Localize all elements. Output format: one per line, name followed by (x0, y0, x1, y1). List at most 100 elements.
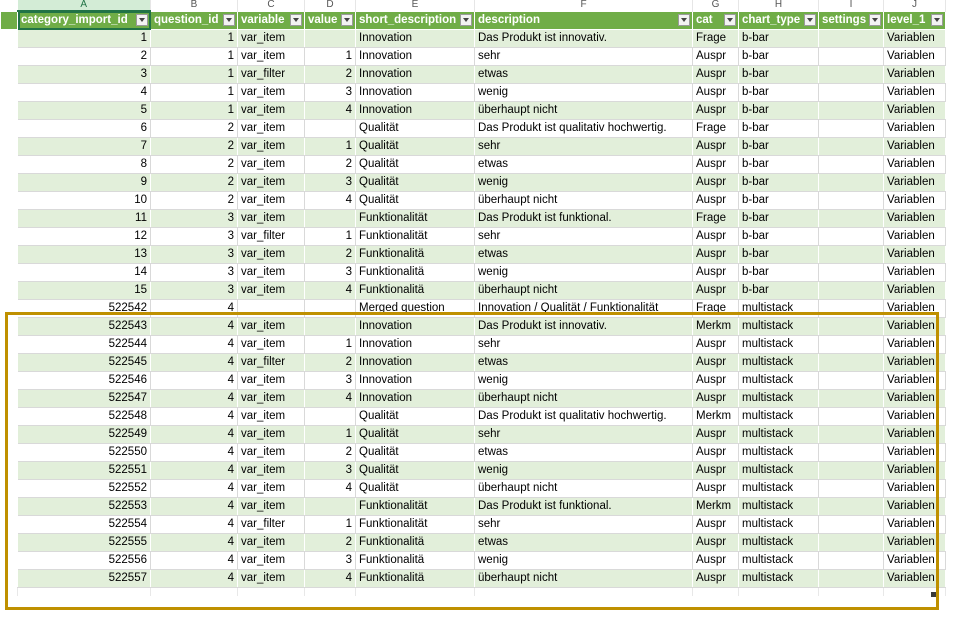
empty-cell[interactable] (692, 587, 739, 596)
cell-settings[interactable] (818, 461, 884, 480)
cell-cat[interactable]: Auspr (692, 533, 739, 552)
cell-variable[interactable]: var_item (237, 533, 305, 552)
cell-description[interactable]: wenig (474, 551, 693, 570)
cell-chart-type[interactable]: b-bar (738, 245, 819, 264)
cell-description[interactable]: etwas (474, 533, 693, 552)
cell-chart-type[interactable]: b-bar (738, 227, 819, 246)
cell-level-1[interactable]: Variablen (883, 353, 946, 372)
cell-question-id[interactable]: 4 (150, 515, 238, 534)
cell-variable[interactable]: var_item (237, 47, 305, 66)
cell-short-description[interactable]: Funktionalität (355, 515, 475, 534)
cell-chart-type[interactable]: b-bar (738, 29, 819, 48)
cell-variable[interactable]: var_item (237, 137, 305, 156)
column-letter-h[interactable]: H (738, 0, 819, 11)
cell-category-import-id[interactable]: 9 (17, 173, 151, 192)
cell-cat[interactable]: Merkm (692, 497, 739, 516)
cell-description[interactable]: Das Produkt ist qualitativ hochwertig. (474, 407, 693, 426)
header-short-description[interactable]: short_description (355, 10, 475, 30)
cell-chart-type[interactable]: multistack (738, 533, 819, 552)
cell-variable[interactable]: var_item (237, 191, 305, 210)
cell-value[interactable]: 2 (304, 533, 356, 552)
cell-chart-type[interactable]: multistack (738, 335, 819, 354)
cell-chart-type[interactable]: multistack (738, 569, 819, 588)
cell-variable[interactable]: var_item (237, 317, 305, 336)
cell-chart-type[interactable]: multistack (738, 515, 819, 534)
cell-question-id[interactable]: 4 (150, 317, 238, 336)
cell-chart-type[interactable]: multistack (738, 443, 819, 462)
cell-value[interactable]: 3 (304, 371, 356, 390)
cell-question-id[interactable]: 4 (150, 353, 238, 372)
filter-dropdown-icon[interactable] (136, 14, 148, 26)
row-number[interactable] (0, 371, 18, 390)
cell-cat[interactable]: Auspr (692, 335, 739, 354)
cell-short-description[interactable]: Innovation (355, 389, 475, 408)
cell-variable[interactable]: var_item (237, 245, 305, 264)
cell-cat[interactable]: Merkm (692, 407, 739, 426)
cell-variable[interactable]: var_item (237, 119, 305, 138)
cell-short-description[interactable]: Merged question (355, 299, 475, 318)
cell-level-1[interactable]: Variablen (883, 317, 946, 336)
cell-description[interactable]: Das Produkt ist innovativ. (474, 29, 693, 48)
filter-dropdown-icon[interactable] (804, 13, 816, 26)
cell-chart-type[interactable]: multistack (738, 371, 819, 390)
cell-short-description[interactable]: Qualität (355, 119, 475, 138)
cell-short-description[interactable]: Funktionalitä (355, 263, 475, 282)
cell-level-1[interactable]: Variablen (883, 65, 946, 84)
cell-settings[interactable] (818, 533, 884, 552)
row-number[interactable] (0, 299, 18, 318)
cell-settings[interactable] (818, 299, 884, 318)
cell-chart-type[interactable]: b-bar (738, 173, 819, 192)
cell-settings[interactable] (818, 263, 884, 282)
cell-cat[interactable]: Auspr (692, 65, 739, 84)
cell-cat[interactable]: Auspr (692, 227, 739, 246)
cell-chart-type[interactable]: multistack (738, 317, 819, 336)
cell-level-1[interactable]: Variablen (883, 569, 946, 588)
column-letter-f[interactable]: F (474, 0, 693, 11)
cell-settings[interactable] (818, 155, 884, 174)
cell-short-description[interactable]: Funktionalitä (355, 569, 475, 588)
cell-variable[interactable]: var_item (237, 335, 305, 354)
cell-category-import-id[interactable]: 11 (17, 209, 151, 228)
cell-value[interactable]: 1 (304, 227, 356, 246)
column-letter-d[interactable]: D (304, 0, 356, 11)
cell-short-description[interactable]: Qualität (355, 191, 475, 210)
cell-settings[interactable] (818, 443, 884, 462)
cell-value[interactable] (304, 497, 356, 516)
cell-variable[interactable]: var_item (237, 83, 305, 102)
cell-chart-type[interactable]: b-bar (738, 119, 819, 138)
cell-description[interactable]: sehr (474, 47, 693, 66)
cell-chart-type[interactable]: b-bar (738, 101, 819, 120)
cell-chart-type[interactable]: b-bar (738, 209, 819, 228)
cell-chart-type[interactable]: b-bar (738, 263, 819, 282)
cell-short-description[interactable]: Innovation (355, 65, 475, 84)
cell-level-1[interactable]: Variablen (883, 119, 946, 138)
row-number[interactable] (0, 209, 18, 228)
cell-short-description[interactable]: Qualität (355, 173, 475, 192)
cell-category-import-id[interactable]: 522546 (17, 371, 151, 390)
cell-cat[interactable]: Auspr (692, 515, 739, 534)
empty-cell[interactable] (474, 587, 693, 596)
cell-category-import-id[interactable]: 6 (17, 119, 151, 138)
cell-description[interactable]: sehr (474, 425, 693, 444)
cell-description[interactable]: sehr (474, 227, 693, 246)
row-number[interactable] (0, 407, 18, 426)
filter-dropdown-icon[interactable] (869, 13, 881, 26)
cell-category-import-id[interactable]: 522542 (17, 299, 151, 318)
cell-description[interactable]: wenig (474, 83, 693, 102)
cell-value[interactable]: 1 (304, 47, 356, 66)
row-number[interactable] (0, 83, 18, 102)
cell-category-import-id[interactable]: 522555 (17, 533, 151, 552)
cell-level-1[interactable]: Variablen (883, 155, 946, 174)
cell-question-id[interactable]: 2 (150, 119, 238, 138)
cell-category-import-id[interactable]: 522553 (17, 497, 151, 516)
empty-cell[interactable] (738, 587, 819, 596)
cell-variable[interactable]: var_filter (237, 227, 305, 246)
cell-level-1[interactable]: Variablen (883, 227, 946, 246)
cell-cat[interactable]: Auspr (692, 389, 739, 408)
column-letter-g[interactable]: G (692, 0, 739, 11)
cell-settings[interactable] (818, 407, 884, 426)
cell-value[interactable]: 1 (304, 137, 356, 156)
cell-description[interactable]: sehr (474, 137, 693, 156)
cell-cat[interactable]: Auspr (692, 137, 739, 156)
cell-value[interactable]: 2 (304, 443, 356, 462)
